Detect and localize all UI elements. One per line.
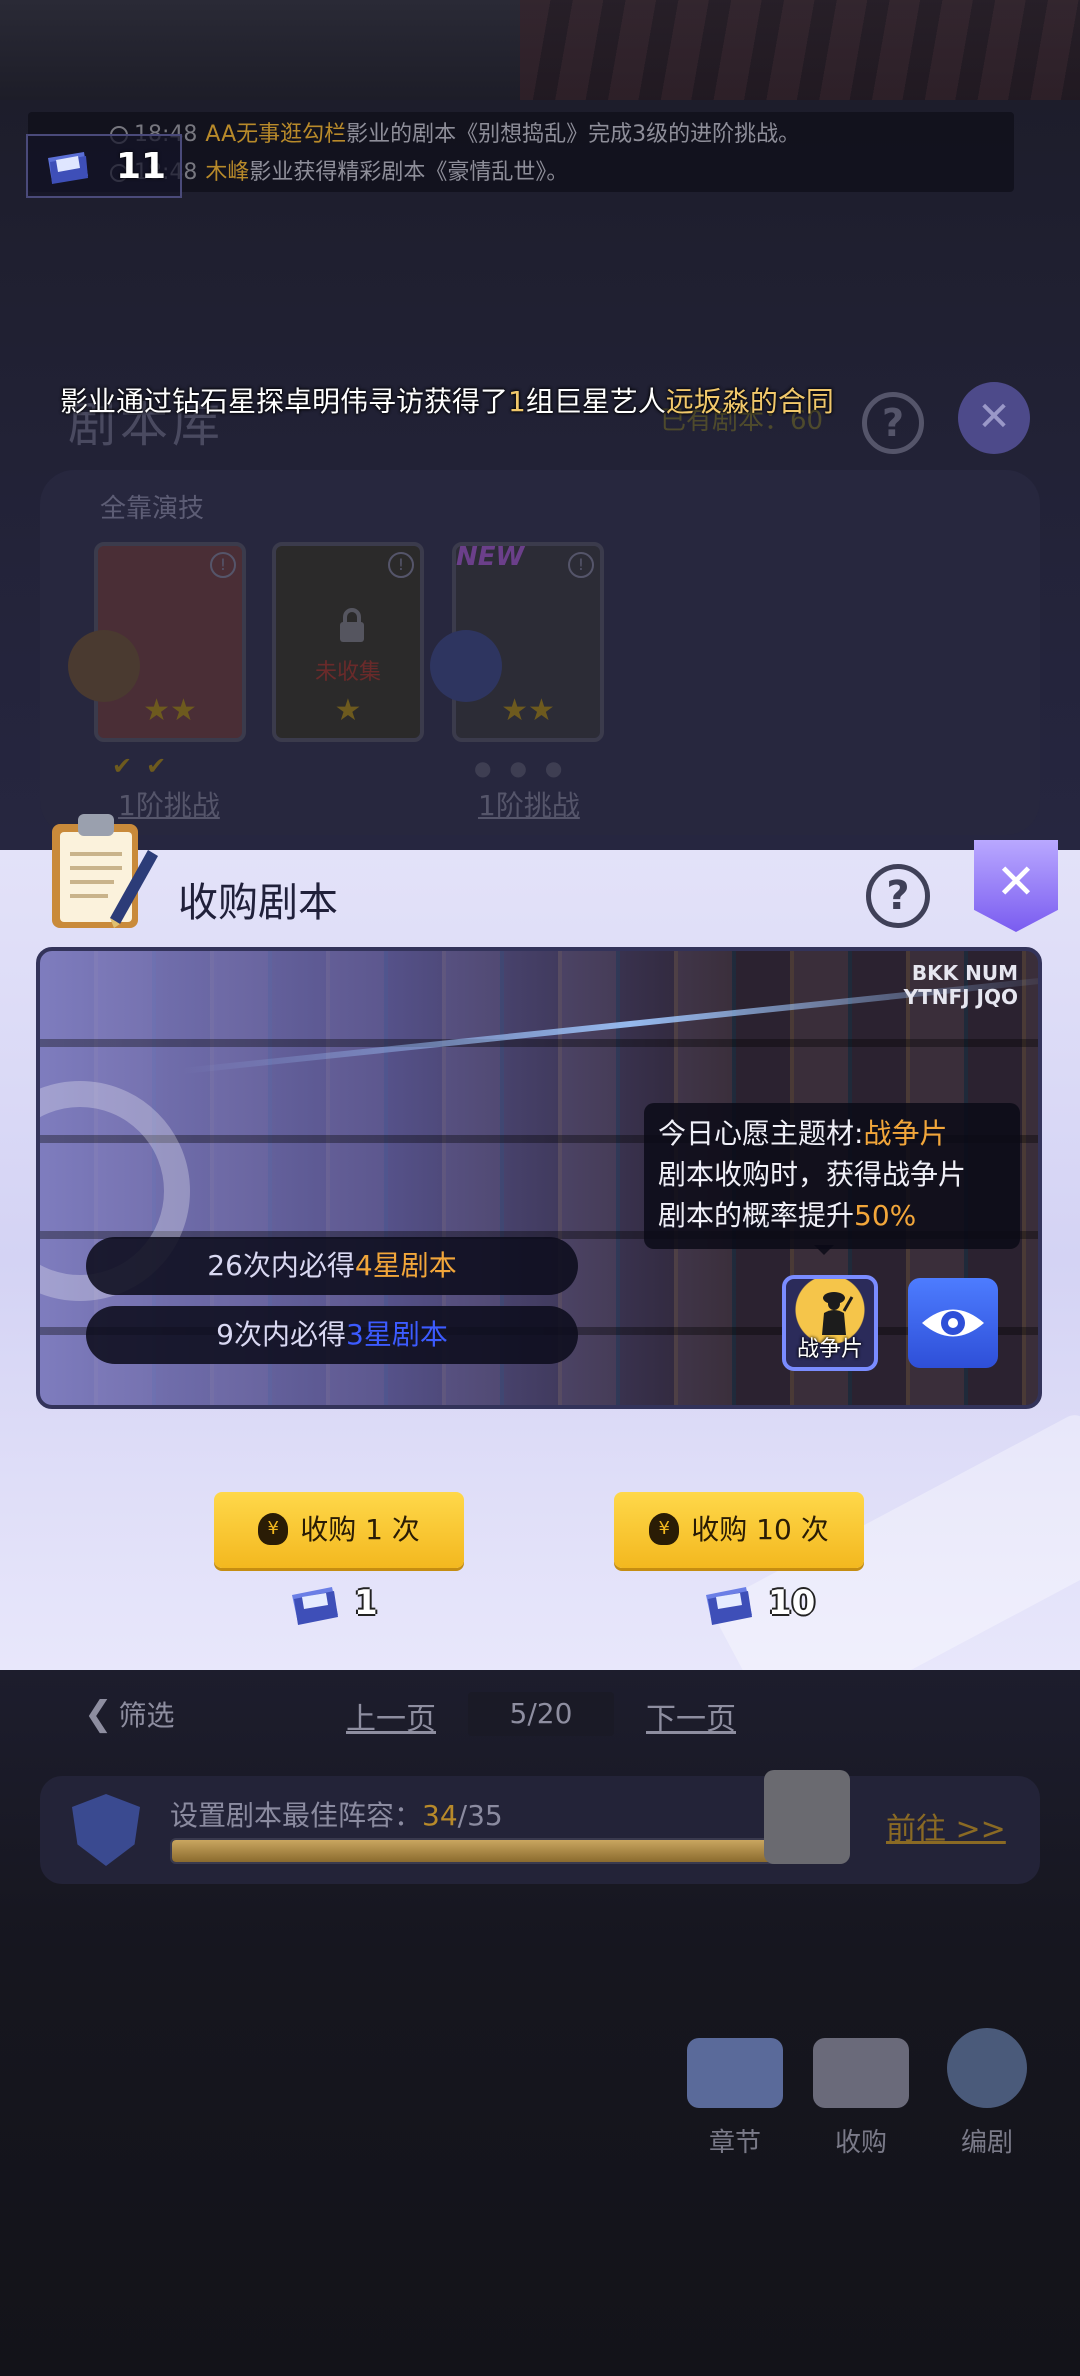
wish-genre: 战争片: [863, 1117, 948, 1150]
poster-corner-text: BKK NUM YTNFJ JQO: [903, 961, 1018, 1009]
top-banner: [0, 0, 1080, 100]
news-line-1: 18:48AA无事逛勾栏影业的剧本《别想捣乱》完成3级的进阶挑战。: [110, 116, 800, 148]
news-text: 影业获得精彩剧本《豪情乱世》。: [249, 160, 569, 185]
info-icon: !: [210, 552, 236, 578]
info-icon: !: [568, 552, 594, 578]
wish-percent: 50%: [854, 1199, 917, 1232]
new-badge: NEW: [456, 542, 525, 572]
lineup-current: 34: [422, 1799, 458, 1832]
filter-button[interactable]: ❮ 筛选: [84, 1694, 175, 1734]
money-bag-icon: [649, 1513, 680, 1545]
script-book-icon: [48, 152, 88, 184]
script-count: 11: [116, 146, 167, 187]
script-book-icon: [706, 1586, 752, 1625]
eye-icon: [922, 1309, 984, 1337]
next-page-link[interactable]: 下一页: [646, 1694, 736, 1738]
chevron-left-icon: ❮: [84, 1694, 113, 1734]
actor-avatar-icon: [430, 630, 502, 702]
writer-avatar-icon: [947, 2028, 1027, 2108]
wish-line-2: 剧本收购时，获得战争片: [658, 1158, 967, 1191]
toast-count: 1: [508, 385, 526, 418]
nav-label: 收购: [834, 2128, 887, 2158]
card-challenge-link[interactable]: 1阶挑战: [478, 784, 580, 824]
wish-text: 剧本的概率提升: [658, 1199, 855, 1232]
buy-once-cost: 1: [288, 1580, 378, 1626]
script-card-locked[interactable]: ! 未收集 ★: [272, 542, 424, 742]
soldier-icon: [822, 1292, 854, 1335]
theater-seats-image: [520, 0, 1080, 100]
check-marks-icon: ✔✔: [112, 752, 181, 780]
news-text: 影业的剧本《别想捣乱》完成3级的进阶挑战。: [346, 122, 801, 147]
uncollected-label: 未收集: [314, 660, 381, 685]
genre-label: 战争片: [796, 1337, 863, 1362]
buy-ten-label: 收购 10 次: [691, 1513, 829, 1546]
library-section-title: 全靠演技: [100, 494, 205, 524]
guarantee-highlight: 3星剧本: [346, 1318, 448, 1351]
wish-line-3: 剧本的概率提升50%: [658, 1195, 1006, 1236]
close-icon: ✕: [995, 854, 1037, 910]
goto-link[interactable]: 前往 >>: [886, 1804, 1006, 1848]
info-icon: !: [388, 552, 414, 578]
lineup-progress-bar: [170, 1838, 794, 1864]
script-ticket-counter[interactable]: 11: [26, 134, 182, 198]
question-icon: ?: [886, 873, 910, 919]
help-button[interactable]: ?: [866, 864, 930, 928]
cost-value: 1: [354, 1583, 378, 1623]
news-actor: AA无事逛勾栏: [205, 122, 347, 147]
notification-toast: 影业通过钻石星探卓明伟寻访获得了1组巨星艺人远坂淼的合同: [60, 380, 834, 420]
panel-title: 收购剧本: [178, 880, 338, 926]
news-actor: 木峰: [205, 160, 250, 185]
guarantee-highlight: 4星剧本: [354, 1249, 457, 1282]
buy-ten-button[interactable]: 收购 10 次: [614, 1492, 864, 1568]
guarantee-text: 9次内必得: [216, 1318, 346, 1351]
lineup-total: /35: [457, 1799, 503, 1832]
nav-writer-button[interactable]: 编剧: [932, 2028, 1042, 2159]
toast-artist: 远坂淼的合同: [665, 385, 834, 418]
money-bag-icon: [258, 1513, 289, 1545]
library-close-icon: ✕: [958, 382, 1030, 454]
shield-icon: [72, 1794, 140, 1866]
buy-ten-cost: 10: [702, 1580, 815, 1626]
progress-dots: ●●●: [474, 756, 581, 780]
daily-wish-tooltip: 今日心愿主题材:战争片 剧本收购时，获得战争片 剧本的概率提升50%: [644, 1103, 1020, 1255]
lineup-label: 设置剧本最佳阵容：: [170, 1799, 423, 1832]
script-book-icon: [292, 1586, 338, 1625]
lock-icon: [340, 608, 364, 642]
lineup-text: 设置剧本最佳阵容：34/35: [170, 1794, 503, 1834]
buy-once-button[interactable]: 收购 1 次: [214, 1492, 464, 1568]
filter-label: 筛选: [118, 1699, 175, 1732]
nav-label: 章节: [708, 2128, 761, 2158]
toast-text: 影业通过钻石星探卓明伟寻访获得了: [60, 385, 509, 418]
guarantee-text: 26次内必得: [207, 1249, 355, 1282]
preview-button[interactable]: [908, 1278, 998, 1368]
best-lineup-bar: 设置剧本最佳阵容：34/35 前往 >>: [40, 1770, 1040, 1884]
chapter-book-icon: [687, 2038, 783, 2108]
nav-purchase-button[interactable]: 收购: [806, 2038, 916, 2159]
wish-label: 今日心愿主题材:: [658, 1117, 864, 1150]
buy-once-label: 收购 1 次: [300, 1513, 420, 1546]
guarantee-3star: 9次内必得3星剧本: [86, 1306, 578, 1364]
page-indicator: 5/20: [468, 1692, 614, 1736]
actor-avatar-icon: [68, 630, 140, 702]
guarantee-4star: 26次内必得4星剧本: [86, 1237, 578, 1295]
library-help-icon: ?: [862, 392, 924, 454]
gift-box-icon[interactable]: [764, 1770, 850, 1864]
handshake-icon: [813, 2038, 909, 2108]
toast-text: 组巨星艺人: [525, 385, 666, 418]
star-rating-icon: ★: [334, 693, 362, 728]
nav-label: 编剧: [960, 2128, 1013, 2158]
nav-chapter-button[interactable]: 章节: [680, 2038, 790, 2159]
wish-genre-button[interactable]: 战争片: [782, 1275, 878, 1371]
lineup-progress-fill: [172, 1840, 775, 1862]
cost-value: 10: [768, 1583, 816, 1623]
wish-line-1: 今日心愿主题材:战争片: [658, 1113, 1006, 1154]
prev-page-link[interactable]: 上一页: [346, 1694, 436, 1738]
clipboard-icon: [52, 814, 158, 928]
